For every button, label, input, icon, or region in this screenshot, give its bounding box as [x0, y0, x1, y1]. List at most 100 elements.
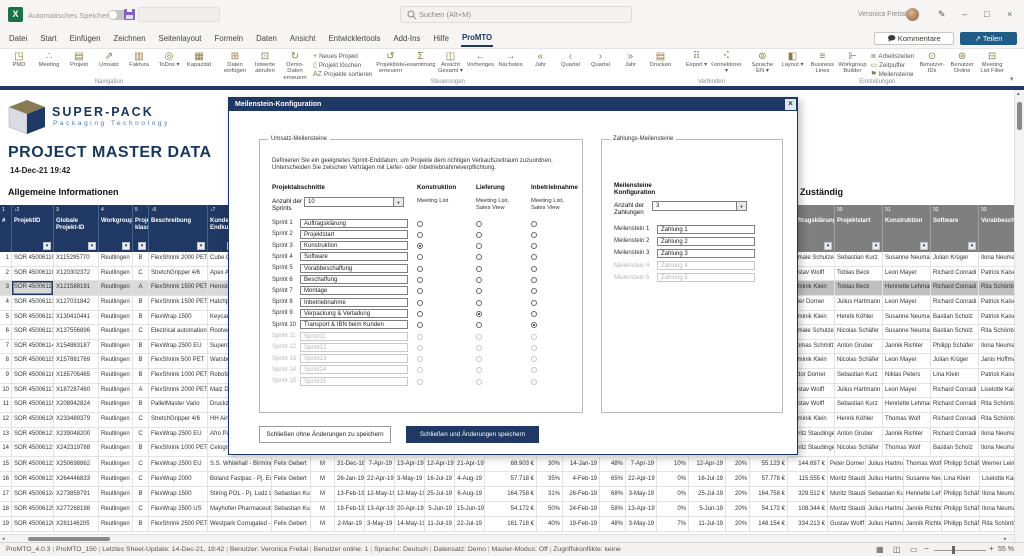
cell[interactable]: 6	[0, 325, 12, 340]
cell[interactable]: Richard Conradi	[931, 267, 979, 282]
cell[interactable]: Reutlingen	[99, 369, 133, 384]
cell[interactable]: 24-Feb-19	[563, 502, 600, 517]
cell[interactable]: Ilona Neumann	[980, 487, 1014, 502]
cell[interactable]: 31-Dec-18	[335, 457, 365, 472]
cell[interactable]: Felix Gebert	[272, 472, 311, 487]
cell[interactable]: Tobias Beck	[835, 281, 883, 296]
cell[interactable]: Ilona Neumann	[979, 442, 1014, 457]
cell[interactable]: Tobias Beck	[835, 267, 883, 282]
column-header[interactable]: Projektstart▾	[835, 216, 883, 252]
cell[interactable]: 7-Apr-19	[626, 457, 657, 472]
cell[interactable]: Philipp Schäfer	[931, 340, 979, 355]
column-header[interactable]: Globale Projekt-ID▾	[54, 216, 99, 252]
cell[interactable]: 22-Jul-19	[455, 517, 485, 532]
cell[interactable]: X137556896	[54, 325, 99, 340]
page-break-view-icon[interactable]: ▭	[910, 545, 918, 554]
cell[interactable]: C	[133, 325, 149, 340]
inbetriebnahme-radio[interactable]	[531, 232, 537, 238]
cell[interactable]: 68%	[600, 487, 626, 502]
tab-hilfe[interactable]: Hilfe	[432, 32, 450, 46]
refresh-project-list-button[interactable]: ↺Projektliste erneuern	[375, 51, 405, 75]
close-without-saving-button[interactable]: Schließen ohne Änderungen zu speichern	[259, 426, 391, 443]
filter-button[interactable]: ▾	[920, 242, 928, 250]
lieferung-radio[interactable]	[476, 322, 482, 328]
lieferung-radio[interactable]	[476, 277, 482, 283]
sprint-name-input[interactable]: Montage	[300, 286, 408, 295]
cell[interactable]: Rita Schönberg	[979, 413, 1014, 428]
cell[interactable]: Leon Mayer	[883, 354, 931, 369]
cell[interactable]: Reutlingen	[99, 442, 133, 457]
delete-project-button[interactable]: ▯Projekt löschen	[313, 61, 372, 70]
cell[interactable]: X239048200	[54, 428, 99, 443]
cell[interactable]: Westpark Corrugated - Pj. Boston	[208, 517, 272, 532]
cell[interactable]: 21-Apr-19	[455, 457, 485, 472]
milestone-name-input[interactable]: Zahlung 1	[657, 225, 755, 234]
cell[interactable]: Reutlingen	[99, 413, 133, 428]
cell[interactable]: Philipp Schäfer	[942, 517, 980, 532]
cell[interactable]: Leon Mayer	[883, 267, 931, 282]
connectors-button[interactable]: ⠪Konnektoren ▾	[711, 51, 741, 75]
cell[interactable]: 3-May-19	[365, 517, 395, 532]
cell[interactable]: 7-Apr-19	[365, 457, 395, 472]
sprint-name-input[interactable]: Sprint11	[300, 332, 408, 341]
cell[interactable]: Reutlingen	[99, 340, 133, 355]
cell[interactable]: Reutlingen	[99, 398, 133, 413]
lieferung-radio[interactable]	[476, 266, 482, 272]
export-button[interactable]: ⠿Export ▾	[681, 51, 711, 68]
tab-promto[interactable]: ProMTO	[461, 31, 493, 47]
working-hours-button[interactable]: ≣Arbeitszeiten	[870, 52, 914, 61]
cell[interactable]: Julius Hartmann	[866, 472, 904, 487]
filter-button[interactable]: ▾	[872, 242, 880, 250]
tab-zeichnen[interactable]: Zeichnen	[112, 32, 146, 46]
cell[interactable]: Julius Hartmann	[866, 502, 904, 517]
cell[interactable]: FlexWrap 2500 EU	[149, 457, 208, 472]
inbetriebnahme-radio[interactable]	[531, 322, 537, 328]
inbetriebnahme-radio[interactable]	[531, 345, 537, 351]
cell[interactable]: Julius Hartmann	[866, 457, 904, 472]
cell[interactable]: 10	[0, 384, 12, 399]
cell[interactable]: 68.903 €	[485, 457, 537, 472]
konstruktion-radio[interactable]	[417, 254, 423, 260]
cell[interactable]: A	[133, 384, 149, 399]
cell[interactable]: 12-May-19	[365, 487, 395, 502]
column-header[interactable]: #	[0, 216, 12, 252]
cell[interactable]: SOR 450061134	[12, 311, 54, 326]
cell[interactable]: 148.154 €	[750, 517, 788, 532]
horizontal-scrollbar[interactable]: ◂ ▸	[0, 534, 1014, 542]
inbetriebnahme-radio[interactable]	[531, 356, 537, 362]
cell[interactable]: X185705465	[54, 369, 99, 384]
tab-start[interactable]: Start	[39, 32, 57, 46]
konstruktion-radio[interactable]	[417, 345, 423, 351]
cell[interactable]: 13-Apr-19	[365, 502, 395, 517]
total-margin-button[interactable]: ΣGesamtmarge	[405, 51, 435, 68]
cell[interactable]: B	[133, 398, 149, 413]
filter-button[interactable]: ▾	[43, 242, 51, 250]
sprint-name-input[interactable]: Verpackung & Verladung	[300, 309, 408, 318]
cell[interactable]: 25-Jul-19	[425, 487, 455, 502]
cell[interactable]: Niklas Peters	[883, 369, 931, 384]
quarter-back-button[interactable]: ‹Quartal	[555, 51, 585, 68]
cell[interactable]: B	[133, 311, 149, 326]
sprint-name-input[interactable]: Sprint12	[300, 343, 408, 352]
cell[interactable]: Julian Krüger	[931, 252, 979, 267]
konstruktion-radio[interactable]	[417, 367, 423, 373]
cell[interactable]: C	[133, 428, 149, 443]
cell[interactable]: 2	[0, 267, 12, 282]
cell[interactable]: Sebastian Kurz	[835, 398, 883, 413]
minimize-button[interactable]: –	[962, 9, 967, 19]
lieferung-radio[interactable]	[476, 334, 482, 340]
cell[interactable]: Electrical automation	[149, 325, 208, 340]
konstruktion-radio[interactable]	[417, 232, 423, 238]
konstruktion-radio[interactable]	[417, 334, 423, 340]
restore-button[interactable]: □	[984, 9, 989, 19]
cell[interactable]: 12-May-19	[395, 487, 425, 502]
cell[interactable]: SOR 450061214	[12, 428, 54, 443]
lieferung-radio[interactable]	[476, 232, 482, 238]
close-window-button[interactable]: ×	[1007, 9, 1012, 19]
cell[interactable]: Reutlingen	[99, 296, 133, 311]
cell[interactable]: 3-May-19	[626, 517, 657, 532]
cell[interactable]: Henriette Lehmann	[904, 487, 942, 502]
cell[interactable]: Bastian Scholz	[931, 442, 979, 457]
cell[interactable]: Moritz Staudinger	[828, 472, 866, 487]
cell[interactable]: Richard Conradi	[931, 384, 979, 399]
